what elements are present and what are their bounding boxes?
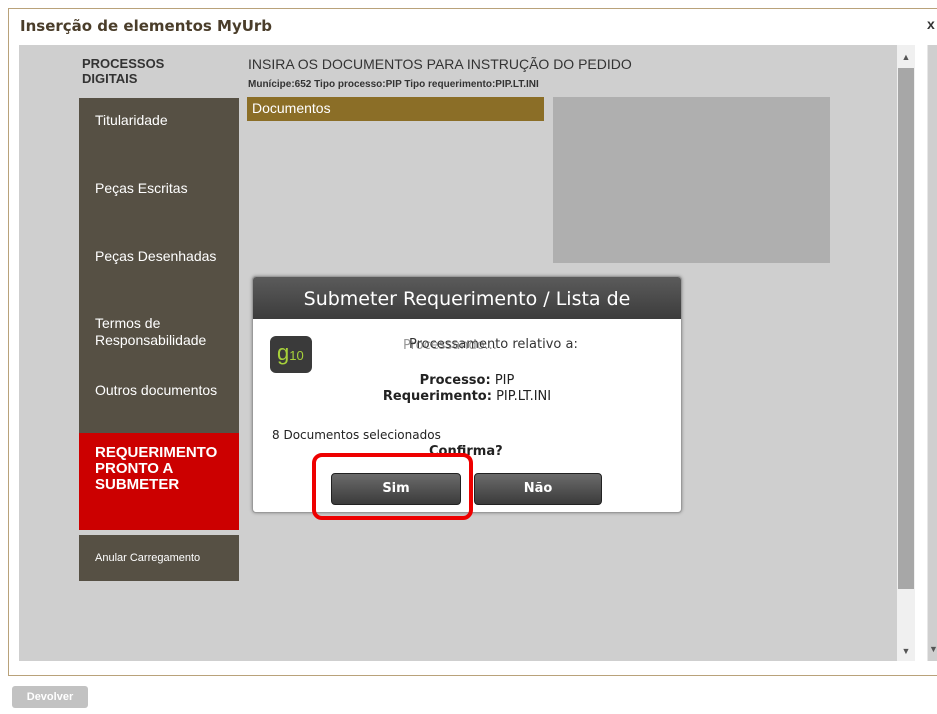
requerimento-label: Requerimento: [382, 389, 492, 404]
requerimento-line: Requerimento: PIP.LT.INI [253, 389, 681, 404]
dialog-title: Submeter Requerimento / Lista de [253, 277, 681, 319]
page-heading: INSIRA OS DOCUMENTOS PARA INSTRUÇÃO DO P… [248, 56, 632, 72]
document-preview [553, 97, 830, 263]
outer-scrollbar[interactable] [927, 45, 937, 661]
sidebar-item-submeter-label: REQUERIMENTO PRONTO A SUBMETER [95, 444, 218, 493]
documents-selected: 8 Documentos selecionados [272, 428, 441, 442]
highlight-annotation [312, 453, 473, 520]
sidebar-item-outros[interactable]: Outros documentos [95, 382, 240, 399]
requerimento-value: PIP.LT.INI [496, 389, 552, 404]
processo-label: Processo: [419, 373, 491, 388]
section-title: PROCESSOS DIGITAIS [82, 56, 165, 86]
g10-logo-icon: g10 [270, 336, 312, 373]
processo-value: PIP [494, 373, 515, 388]
outer-scroll-down-icon[interactable]: ▼ [929, 644, 937, 654]
processing-status: Processando... [403, 338, 497, 353]
sidebar-item-pecas-desenhadas[interactable]: Peças Desenhadas [95, 248, 240, 265]
window-title: Inserção de elementos MyUrb [20, 17, 273, 35]
scrollbar-thumb[interactable] [897, 67, 915, 590]
scroll-down-icon[interactable]: ▼ [897, 644, 915, 658]
processo-line: Processo: PIP [253, 373, 681, 388]
sidebar-item-termos[interactable]: Termos de Responsabilidade [95, 315, 240, 349]
sidebar-item-titularidade[interactable]: Titularidade [95, 112, 240, 129]
nao-button[interactable]: Não [474, 473, 602, 505]
sidebar-item-pecas-escritas[interactable]: Peças Escritas [95, 180, 240, 197]
devolver-button[interactable]: Devolver [12, 686, 88, 708]
g10-logo-sub: 10 [289, 348, 304, 363]
process-info: Munícipe:652 Tipo processo:PIP Tipo requ… [248, 79, 539, 90]
tab-documentos[interactable]: Documentos [247, 97, 544, 121]
scroll-up-icon[interactable]: ▲ [897, 50, 915, 64]
g10-logo-letter: g [277, 340, 290, 365]
anular-carregamento-button[interactable]: Anular Carregamento [79, 535, 239, 581]
close-icon[interactable]: x [927, 16, 935, 32]
